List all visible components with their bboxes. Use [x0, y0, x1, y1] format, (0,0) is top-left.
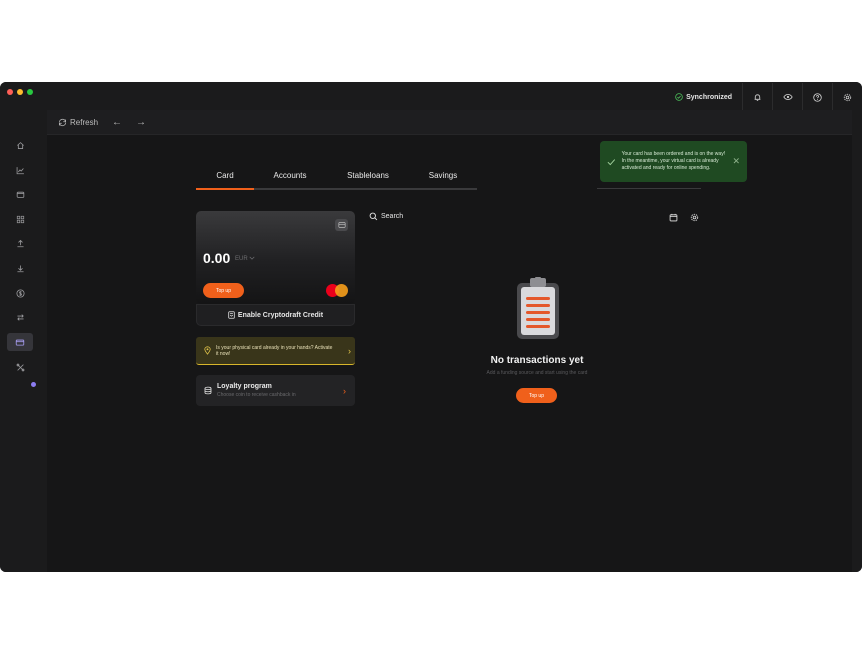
mastercard-circle-yellow	[335, 284, 348, 297]
sidebar-item-home[interactable]	[7, 136, 33, 154]
sidebar	[0, 110, 39, 572]
virtual-card[interactable]: 0.00 EUR Top up	[196, 211, 355, 304]
currency-select[interactable]: EUR	[235, 256, 255, 262]
tab-stableloans[interactable]: Stableloans	[336, 171, 400, 180]
eye-icon	[782, 94, 793, 100]
sidebar-item-exchange[interactable]	[7, 308, 33, 326]
sidebar-item-tools[interactable]	[7, 358, 33, 376]
toolbar: Refresh ← →	[47, 110, 852, 135]
visibility-button[interactable]	[773, 90, 802, 104]
mastercard-logo	[326, 284, 350, 297]
toast-message: Your card has been ordered and is on the…	[621, 151, 726, 171]
top-right-controls: Synchronized	[675, 83, 862, 111]
tab-card[interactable]: Card	[196, 171, 254, 180]
sidebar-item-wallet[interactable]	[7, 185, 33, 203]
tab-savings[interactable]: Savings	[416, 171, 470, 180]
enable-credit-button[interactable]: Enable Cryptodraft Credit	[196, 304, 355, 326]
refresh-button[interactable]: Refresh	[58, 118, 98, 127]
card-top-up-button[interactable]: Top up	[203, 283, 244, 298]
sidebar-item-apps[interactable]	[7, 210, 33, 228]
tools-icon	[16, 363, 24, 371]
loyalty-text: Loyalty program Choose coin to receive c…	[217, 383, 337, 398]
check-circle-icon	[675, 93, 683, 101]
card-icon	[338, 222, 345, 228]
chevron-right-icon: ›	[343, 385, 346, 396]
gear-icon	[690, 213, 699, 222]
search-label: Search	[381, 213, 404, 220]
swap-icon	[16, 313, 24, 321]
check-icon	[607, 158, 616, 165]
empty-state-title: No transactions yet	[490, 355, 584, 366]
clipboard-icon	[517, 277, 559, 339]
active-tab-indicator	[196, 188, 254, 190]
sidebar-item-send[interactable]	[7, 234, 33, 252]
activate-card-notice[interactable]: Is your physical card already in your ha…	[196, 337, 355, 365]
sidebar-item-receive[interactable]	[7, 259, 33, 277]
search-button[interactable]: Search	[369, 212, 403, 221]
chevron-down-icon	[249, 256, 255, 260]
credit-doc-icon	[228, 311, 235, 319]
sync-status: Synchronized	[675, 93, 732, 101]
sidebar-item-analytics[interactable]	[7, 161, 33, 179]
close-icon[interactable]: ✕	[732, 156, 740, 167]
notification-dot	[31, 382, 36, 387]
card-balance: 0.00	[203, 250, 231, 266]
tab-accounts[interactable]: Accounts	[264, 171, 316, 180]
scrollbar[interactable]	[852, 110, 862, 572]
chart-line-icon	[16, 166, 24, 174]
location-pin-icon	[204, 346, 211, 355]
date-filter-button[interactable]	[668, 212, 679, 223]
settings-button[interactable]	[833, 90, 862, 104]
tab-underline-right	[597, 188, 701, 189]
home-icon	[16, 141, 24, 149]
currency-label: EUR	[235, 256, 248, 262]
sidebar-item-buy[interactable]	[7, 284, 33, 302]
app-window: Synchronized Refresh ← → Card Accounts S…	[0, 82, 862, 572]
notifications-button[interactable]	[743, 90, 772, 104]
help-circle-icon	[813, 92, 822, 102]
transaction-settings-button[interactable]	[689, 212, 700, 223]
wallet-icon	[16, 191, 24, 198]
coins-icon	[204, 386, 212, 395]
title-bar: Synchronized	[0, 82, 862, 111]
chevron-right-icon: ›	[348, 345, 351, 356]
help-button[interactable]	[803, 90, 832, 104]
sync-label: Synchronized	[686, 93, 732, 101]
grid-icon	[16, 215, 24, 223]
forward-arrow-icon[interactable]: →	[136, 117, 146, 128]
minimize-window-button[interactable]	[17, 89, 23, 95]
sidebar-item-card[interactable]	[7, 333, 33, 351]
upload-icon	[16, 239, 24, 247]
bell-icon	[754, 93, 761, 101]
main-content: Refresh ← → Card Accounts Stableloans Sa…	[47, 110, 852, 572]
gear-icon	[843, 93, 852, 101]
empty-top-up-button[interactable]: Top up	[516, 388, 557, 403]
close-window-button[interactable]	[7, 89, 13, 95]
card-details-button[interactable]	[335, 219, 348, 231]
back-arrow-icon[interactable]: ←	[112, 117, 122, 128]
refresh-icon	[58, 118, 67, 126]
loyalty-program-row[interactable]: Loyalty program Choose coin to receive c…	[196, 375, 355, 406]
search-icon	[369, 212, 378, 221]
credit-card-icon	[15, 339, 25, 346]
maximize-window-button[interactable]	[27, 89, 33, 95]
dollar-circle-icon	[15, 288, 25, 298]
calendar-icon	[669, 213, 678, 222]
success-toast: Your card has been ordered and is on the…	[600, 141, 747, 182]
enable-credit-label: Enable Cryptodraft Credit	[237, 311, 324, 319]
notice-text: Is your physical card already in your ha…	[216, 344, 333, 357]
refresh-label: Refresh	[70, 117, 99, 127]
empty-state-subtitle: Add a funding source and start using the…	[486, 370, 588, 376]
loyalty-subtitle: Choose coin to receive cashback in	[217, 392, 296, 398]
download-icon	[16, 264, 24, 272]
loyalty-title: Loyalty program	[217, 383, 272, 390]
